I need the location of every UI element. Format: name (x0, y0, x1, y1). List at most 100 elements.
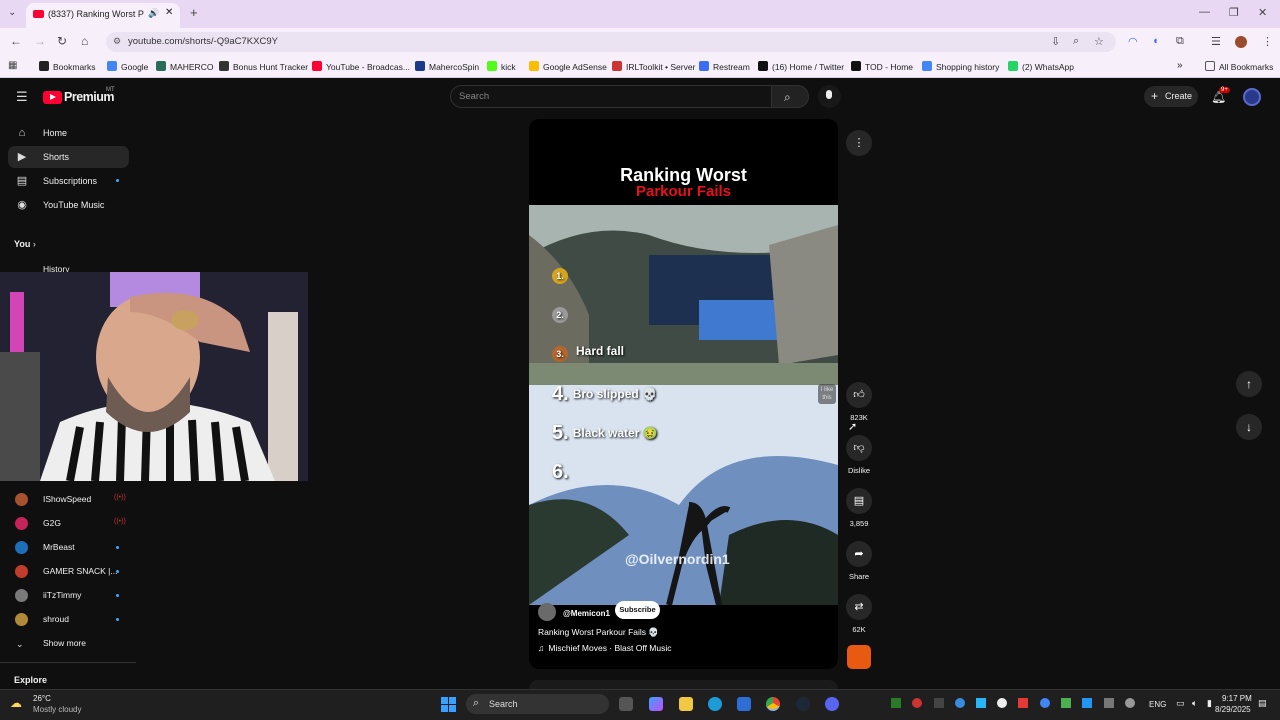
music-track[interactable]: ♫ Mischief Moves · Blast Off Music (538, 643, 672, 653)
bookmark-item[interactable]: (16) Home / Twitter (758, 61, 844, 72)
sidebar-item-home[interactable]: ⌂ Home (8, 122, 129, 144)
minimize-icon[interactable]: — (1199, 6, 1210, 18)
bookmark-item[interactable]: Shopping history (922, 61, 999, 72)
bookmark-item[interactable]: TOD - Home (851, 61, 913, 72)
tab-close-icon[interactable]: ✕ (165, 7, 173, 18)
sidebar-item-shorts[interactable]: ▶ Shorts (8, 146, 129, 168)
chrome-icon[interactable] (766, 697, 780, 711)
browser-menu-icon[interactable]: ⋮ (1262, 35, 1273, 48)
search-box[interactable] (450, 85, 772, 108)
bookmark-item[interactable]: Bookmarks (39, 61, 96, 72)
store-icon[interactable] (737, 697, 751, 711)
tray-app-5-icon[interactable] (976, 698, 986, 708)
bookmark-item[interactable]: MahercoSpin (415, 61, 479, 72)
all-bookmarks[interactable]: All Bookmarks (1205, 61, 1273, 72)
weather-temp[interactable]: 26°C (33, 694, 51, 703)
subscription-item[interactable]: G2G ((•)) (8, 513, 129, 533)
subscription-item[interactable]: iiTzTimmy (8, 585, 129, 605)
maximize-icon[interactable]: ❐ (1229, 6, 1239, 19)
extensions-puzzle-icon[interactable]: ⧉ (1176, 35, 1184, 48)
bookmarks-overflow-icon[interactable]: » (1177, 60, 1183, 71)
zoom-icon[interactable]: ⌕ (1073, 35, 1079, 48)
sidebar-item-youtube-music[interactable]: ◉ YouTube Music (8, 194, 129, 216)
notification-center-icon[interactable]: ▤ (1258, 698, 1267, 709)
youtube-logo-icon[interactable] (43, 91, 62, 104)
voice-search-button[interactable] (818, 85, 841, 108)
file-explorer-icon[interactable] (679, 697, 693, 711)
dislike-button[interactable]: 👎︎ Dislike (846, 435, 872, 475)
bookmark-item[interactable]: kick (487, 61, 516, 72)
search-button[interactable]: ⌕ (771, 85, 809, 108)
tray-google-icon[interactable] (1040, 698, 1050, 708)
edge-icon[interactable] (708, 697, 722, 711)
install-app-icon[interactable]: ⇩ (1051, 35, 1060, 48)
copilot-icon[interactable] (649, 697, 663, 711)
bookmark-item[interactable]: Google (107, 61, 148, 72)
battery-icon[interactable]: ▮ (1207, 698, 1212, 709)
network-icon[interactable]: ▭ (1176, 698, 1185, 709)
tray-app-1-icon[interactable] (891, 698, 901, 708)
create-button[interactable]: + Create (1144, 86, 1198, 107)
language-indicator[interactable]: ENG (1149, 700, 1166, 709)
creator-handle[interactable]: @Memicon1 (563, 609, 610, 618)
subscribe-button[interactable]: Subscribe (615, 601, 660, 619)
bookmark-item[interactable]: YouTube - Broadcas... (312, 61, 410, 72)
creator-avatar[interactable] (538, 603, 556, 621)
bookmark-item[interactable]: Bonus Hunt Tracker (219, 61, 308, 72)
previous-short-button[interactable]: ↑ (1236, 371, 1262, 397)
bookmark-item[interactable]: Google AdSense (529, 61, 607, 72)
home-icon[interactable]: ⌂ (81, 34, 88, 48)
tray-app-4-icon[interactable] (955, 698, 965, 708)
bookmark-item[interactable]: IRLToolkit • Server (612, 61, 695, 72)
remix-button[interactable]: ⇄ 62K (846, 594, 872, 634)
bookmark-star-icon[interactable]: ☆ (1094, 35, 1104, 48)
tray-github-icon[interactable] (997, 698, 1007, 708)
account-avatar[interactable] (1243, 88, 1261, 106)
tray-app-3-icon[interactable] (934, 698, 944, 708)
bookmark-item[interactable]: (2) WhatsApp (1008, 61, 1074, 72)
subscription-item[interactable]: shroud (8, 609, 129, 629)
window-close-icon[interactable]: ✕ (1258, 6, 1267, 19)
more-options-button[interactable]: ⋮ (846, 130, 872, 156)
show-more-button[interactable]: Show more (43, 638, 86, 648)
task-view-icon[interactable] (619, 697, 633, 711)
chevron-down-icon[interactable]: ⌄ (16, 639, 24, 650)
tray-app-9-icon[interactable] (1061, 698, 1071, 708)
sidebar-item-subscriptions[interactable]: ▤ Subscriptions (8, 170, 129, 192)
volume-icon[interactable]: 🔈︎ (1192, 698, 1197, 709)
short-video-player[interactable]: Ranking Worst Parkour Fails 1. 2. 3. Hard f… (529, 119, 838, 669)
bookmark-item[interactable]: MAHERCO (156, 61, 213, 72)
tray-obs-icon[interactable] (912, 698, 922, 708)
share-button[interactable]: ➦ Share (846, 541, 872, 581)
extension-a-icon[interactable]: ◠ (1128, 35, 1138, 48)
apps-grid-icon[interactable]: ▦ (8, 60, 17, 71)
steam-icon[interactable] (796, 697, 810, 711)
speaker-icon[interactable]: 🔊 (148, 8, 159, 19)
tab-search-chevron-icon[interactable]: ⌄ (8, 7, 16, 18)
extension-b-icon[interactable]: ◖ (1152, 35, 1159, 47)
sound-thumbnail[interactable] (847, 645, 871, 669)
tray-app-12-icon[interactable] (1125, 698, 1135, 708)
reload-icon[interactable]: ↻ (57, 34, 67, 48)
discord-icon[interactable] (825, 697, 839, 711)
forward-icon[interactable]: → (34, 34, 46, 48)
you-section-header[interactable]: You › (14, 239, 36, 249)
weather-icon[interactable]: ☁ (10, 696, 22, 710)
bookmark-item[interactable]: Restream (699, 61, 750, 72)
weather-desc[interactable]: Mostly cloudy (33, 705, 81, 714)
guide-menu-icon[interactable]: ☰ (16, 89, 28, 105)
site-info-icon[interactable]: ⚙ (113, 36, 121, 47)
clock-date[interactable]: 8/29/2025 (1215, 705, 1251, 714)
new-tab-icon[interactable]: + (190, 5, 198, 20)
subscription-item[interactable]: GAMER SNACK |... (8, 561, 129, 581)
profile-avatar[interactable] (1235, 36, 1247, 48)
clock-time[interactable]: 9:17 PM (1222, 694, 1252, 703)
like-button[interactable]: 👍︎ 823K (846, 382, 872, 422)
tray-app-7-icon[interactable] (1018, 698, 1028, 708)
next-short-button[interactable]: ↓ (1236, 414, 1262, 440)
subscription-item[interactable]: IShowSpeed ((•)) (8, 489, 129, 509)
tab-groups-icon[interactable]: ☰ (1211, 35, 1221, 48)
subscription-item[interactable]: MrBeast (8, 537, 129, 557)
browser-tab-active[interactable]: (8337) Ranking Worst Parko 🔊 ✕ (26, 3, 180, 28)
search-input[interactable]: Search (459, 91, 489, 102)
